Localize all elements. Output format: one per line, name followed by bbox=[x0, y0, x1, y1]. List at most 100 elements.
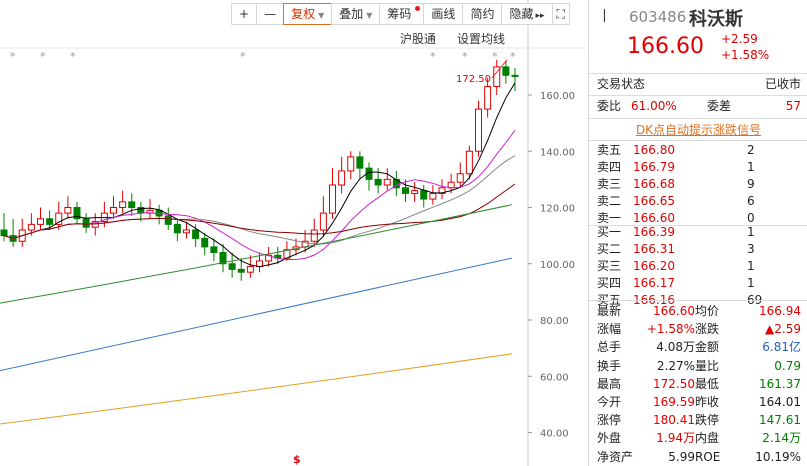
dk-signal-link[interactable]: DK点自动提示涨跌信号 bbox=[589, 121, 807, 138]
candle-body bbox=[475, 108, 482, 152]
divider bbox=[589, 140, 807, 141]
stock-code: 603486 bbox=[629, 8, 687, 26]
sell-orders: 卖五 166.80 2 卖四 166.79 1 卖三 166.68 9 卖二 166.65 6 卖一 16… bbox=[597, 142, 801, 227]
stat-value: 166.94 bbox=[759, 304, 801, 318]
zoom-out-button[interactable]: — bbox=[256, 3, 285, 25]
stat-row: 涨停 180.41 跌停 147.61 bbox=[597, 411, 801, 429]
sell-label: 卖四 bbox=[597, 160, 622, 174]
settings-icon[interactable]: ❘ bbox=[599, 8, 610, 23]
stat-label: 涨跌 bbox=[695, 322, 720, 337]
buy-vol: 1 bbox=[747, 225, 755, 239]
candle-body bbox=[192, 229, 200, 239]
marker-asterisk: * bbox=[10, 50, 16, 63]
stat-value: 164.01 bbox=[759, 394, 801, 409]
candle-body bbox=[347, 156, 355, 172]
draw-line-button[interactable]: 画线 bbox=[423, 3, 464, 25]
stat-label: 均价 bbox=[695, 304, 720, 318]
hugutong-label[interactable]: 沪股通 bbox=[400, 30, 436, 47]
sell-row: 卖三 166.68 9 bbox=[597, 176, 801, 193]
stat-label: 涨停 bbox=[597, 413, 622, 428]
stat-value: 172.50 bbox=[653, 376, 695, 391]
quote-header: ❘ 603486 科沃斯 166.60 +2.59 +1.58% bbox=[589, 0, 807, 62]
stat-label: 最新 bbox=[597, 304, 622, 318]
stat-label: 外盘 bbox=[597, 431, 622, 446]
buy-vol: 1 bbox=[747, 259, 755, 273]
weicha-value: 57 bbox=[785, 99, 801, 113]
y-tick-label: 40.00 bbox=[540, 429, 569, 440]
stat-label: 跌停 bbox=[695, 413, 720, 428]
buy-price: 166.20 bbox=[633, 259, 675, 273]
buy-row: 买四 166.17 1 bbox=[597, 275, 801, 292]
candle-body bbox=[465, 150, 473, 175]
simple-mode-button[interactable]: 简约 bbox=[462, 3, 503, 25]
stat-label: 总手 bbox=[597, 340, 622, 355]
price-change: +2.59 bbox=[721, 32, 758, 46]
stat-value: 166.60 bbox=[653, 304, 695, 318]
candle-body bbox=[429, 192, 437, 200]
stat-row: 总手 4.08万 金额 6.81亿 bbox=[597, 338, 801, 356]
chips-button[interactable]: 筹码 bbox=[379, 3, 425, 25]
candle-body bbox=[411, 190, 419, 194]
stat-value: 2.27% bbox=[656, 358, 695, 373]
stat-label: 昨收 bbox=[695, 394, 720, 409]
zoom-in-button[interactable]: + bbox=[231, 3, 258, 25]
buy-price: 166.39 bbox=[633, 225, 675, 239]
candle-body bbox=[356, 156, 364, 169]
weibi-label: 委比 bbox=[597, 99, 622, 113]
candle-body bbox=[201, 237, 209, 248]
stat-label: 换手 bbox=[597, 358, 622, 373]
set-ma-button[interactable]: 设置均线 bbox=[457, 30, 505, 47]
chips-label: 筹码 bbox=[387, 7, 412, 21]
candle-body bbox=[110, 207, 117, 214]
stat-label: 最高 bbox=[597, 376, 622, 391]
weibi-value: 61.00% bbox=[631, 99, 677, 113]
stat-row: 涨幅 +1.58% 涨跌 ▲2.59 bbox=[597, 320, 801, 338]
candle-body bbox=[246, 266, 254, 273]
candle-body bbox=[210, 246, 218, 253]
divider bbox=[589, 95, 807, 96]
candle-body bbox=[447, 181, 455, 189]
sell-price: 166.80 bbox=[633, 143, 675, 157]
fullscreen-icon[interactable]: ⛶ bbox=[551, 3, 570, 25]
buy-price: 166.31 bbox=[633, 242, 675, 256]
stat-value: 1.94万 bbox=[656, 431, 695, 446]
max-price-label: 172.50 bbox=[456, 74, 491, 85]
buy-vol: 3 bbox=[747, 242, 755, 256]
divider bbox=[589, 118, 807, 119]
candle-body bbox=[27, 223, 35, 231]
candle-body bbox=[456, 173, 464, 183]
sell-label: 卖二 bbox=[597, 194, 622, 208]
last-price: 166.60 bbox=[627, 34, 704, 59]
overlay-button[interactable]: 叠加 ▼ bbox=[331, 3, 381, 25]
weibi-row: 委比 61.00% 委差 57 bbox=[597, 98, 801, 115]
stat-value: +1.58% bbox=[646, 322, 695, 337]
candle-body bbox=[173, 223, 181, 234]
candle-body bbox=[329, 184, 336, 214]
fuquan-label: 复权 bbox=[291, 7, 316, 21]
y-tick-label: 60.00 bbox=[540, 372, 569, 383]
buy-row: 买二 166.31 3 bbox=[597, 241, 801, 258]
stat-value: 180.41 bbox=[653, 413, 695, 428]
stat-value: 169.59 bbox=[653, 394, 695, 409]
stat-row: 最高 172.50 最低 161.37 bbox=[597, 375, 801, 393]
hide-button[interactable]: 隐藏 ▸▸ bbox=[501, 3, 553, 25]
candle-body bbox=[82, 218, 90, 228]
sell-vol: 2 bbox=[747, 143, 755, 157]
stat-value: 2.14万 bbox=[762, 431, 801, 446]
quote-panel: ❘ 603486 科沃斯 166.60 +2.59 +1.58% 交易状态 已收… bbox=[588, 0, 807, 466]
ma10-line bbox=[3, 130, 516, 260]
candle-body bbox=[383, 178, 391, 186]
marker-asterisk: * bbox=[510, 50, 516, 63]
kline-chart[interactable]: 160.00 140.00 120.00 100.00 80.00 60.00 40.00 *… bbox=[0, 0, 585, 466]
chevron-down-icon: ▼ bbox=[366, 11, 373, 20]
buy-label: 买一 bbox=[597, 225, 622, 239]
sell-vol: 6 bbox=[747, 194, 755, 208]
ma30-line bbox=[3, 183, 516, 239]
fuquan-button[interactable]: 复权 ▼ bbox=[283, 3, 333, 25]
chart-area[interactable]: 160.00 140.00 120.00 100.00 80.00 60.00 40.00 *… bbox=[0, 0, 585, 466]
sell-price: 166.65 bbox=[633, 194, 675, 208]
candle-body bbox=[46, 218, 54, 225]
candle-body bbox=[0, 229, 8, 237]
status-value: 已收市 bbox=[764, 77, 801, 91]
marker-asterisk: * bbox=[40, 50, 46, 63]
